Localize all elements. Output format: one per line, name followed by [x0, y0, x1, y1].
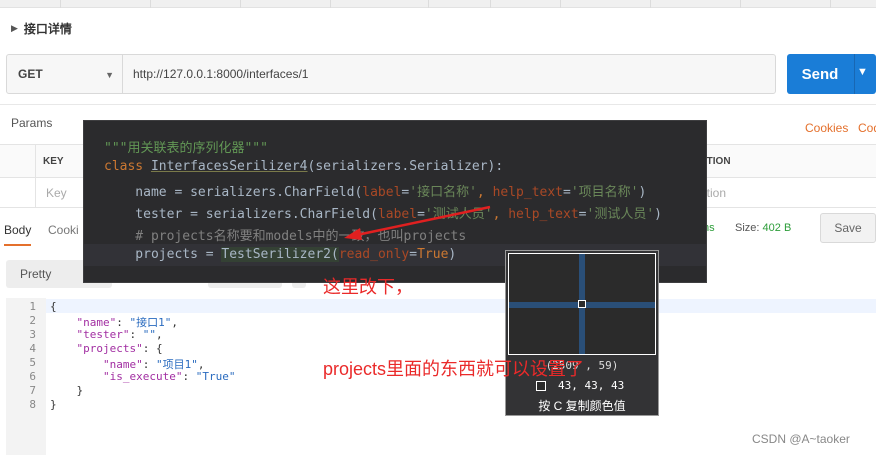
color-picker-magnifier: (2509 , 59) 43, 43, 43 按 C 复制颜色值	[505, 250, 659, 416]
magnifier-view	[508, 253, 656, 355]
annotation-note: 这里改下，	[323, 277, 413, 297]
copy-hint: 按 C 复制颜色值	[538, 399, 626, 413]
crosshair-center-icon	[578, 300, 586, 308]
annotation-arrow	[344, 205, 491, 240]
color-swatch	[536, 381, 546, 391]
watermark: CSDN @A~taoker	[752, 432, 850, 446]
annotation-note: projects里面的东西就可以设置了	[323, 359, 585, 379]
